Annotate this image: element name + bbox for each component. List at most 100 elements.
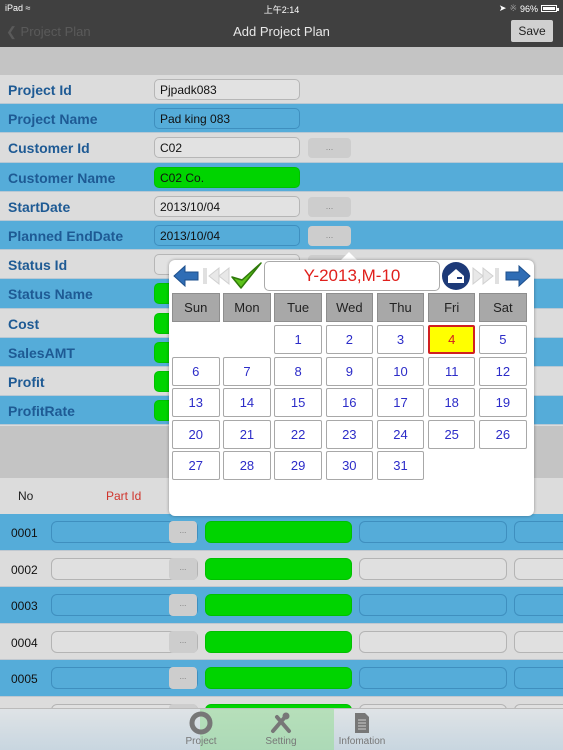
quantity-input[interactable] xyxy=(359,594,507,617)
day-cell[interactable]: 10 xyxy=(376,356,425,386)
part-picker-button[interactable]: ... xyxy=(169,557,197,580)
day-cell[interactable]: 16 xyxy=(325,388,374,418)
tab-information[interactable]: Infomation xyxy=(327,711,397,747)
field-label: Cost xyxy=(8,315,40,332)
picker-button[interactable]: ... xyxy=(308,225,351,246)
form-row-planned-enddate: Planned EndDate 2013/10/04... xyxy=(0,220,563,251)
day-cell[interactable]: 5 xyxy=(479,325,527,354)
field-label: Project Name xyxy=(8,111,98,128)
form-row-startdate: StartDate 2013/10/04... xyxy=(0,191,563,221)
field-input[interactable]: Pjpadk083 xyxy=(154,79,300,100)
row-number: 0003 xyxy=(11,599,38,614)
weekday-thu: Thu xyxy=(376,293,425,322)
field-label: StartDate xyxy=(8,198,71,215)
status-bar: iPad ≈ 上午2:14 ➤ ※ 96% xyxy=(0,0,563,16)
day-cell[interactable]: 18 xyxy=(427,388,476,418)
part-name-field[interactable] xyxy=(205,630,352,653)
picker-button[interactable]: ... xyxy=(308,138,351,159)
day-cell[interactable]: 30 xyxy=(325,451,374,481)
selected-day-cell[interactable]: 4 xyxy=(427,325,476,354)
price-input[interactable] xyxy=(514,667,563,690)
first-page-icon[interactable] xyxy=(201,262,231,290)
tab-project[interactable]: Project xyxy=(166,711,236,747)
day-cell[interactable]: 9 xyxy=(325,356,374,386)
part-name-field[interactable] xyxy=(205,594,352,617)
confirm-check-icon[interactable] xyxy=(229,260,263,292)
price-input[interactable] xyxy=(514,630,563,653)
last-page-icon[interactable] xyxy=(471,262,501,290)
quantity-input[interactable] xyxy=(359,630,507,653)
part-name-field[interactable] xyxy=(205,667,352,690)
day-cell[interactable]: 26 xyxy=(479,419,527,449)
day-cell[interactable]: 6 xyxy=(172,356,220,386)
navigation-bar: ❮ Project Plan Add Project Plan Save xyxy=(0,16,563,47)
calendar-popover: Y-2013,M-10 Sun Mon Tue Wed Thu Fri Sat 123456… xyxy=(169,260,534,516)
field-input[interactable]: Pad king 083 xyxy=(154,108,300,130)
tab-bar: Project Setting Infomation xyxy=(0,708,563,750)
day-cell[interactable]: 25 xyxy=(427,419,476,449)
field-input[interactable]: C02 xyxy=(154,137,300,159)
day-cell[interactable]: 2 xyxy=(325,325,374,354)
part-name-field[interactable] xyxy=(205,521,352,543)
day-cell[interactable]: 1 xyxy=(274,325,322,354)
status-right: ➤ ※ 96% xyxy=(499,3,559,14)
day-cell[interactable]: 19 xyxy=(479,388,527,418)
day-cell[interactable]: 15 xyxy=(274,388,322,418)
day-cell[interactable]: 7 xyxy=(223,356,271,386)
weekday-wed: Wed xyxy=(325,293,374,322)
field-label: Profit xyxy=(8,373,45,390)
day-cell[interactable]: 23 xyxy=(325,419,374,449)
calendar-month-title: Y-2013,M-10 xyxy=(264,261,440,291)
document-icon xyxy=(355,713,369,733)
form-row-project-name: Project Name Pad king 083 xyxy=(0,104,563,134)
previous-month-icon[interactable] xyxy=(172,262,200,290)
field-input[interactable]: C02 Co. xyxy=(154,166,300,188)
tab-label: Infomation xyxy=(338,736,386,747)
row-number: 0005 xyxy=(11,672,38,687)
save-button[interactable]: Save xyxy=(511,20,553,42)
day-cell[interactable]: 22 xyxy=(274,419,322,449)
field-input[interactable]: 2013/10/04 xyxy=(154,195,300,217)
part-picker-button[interactable]: ... xyxy=(169,594,197,617)
part-picker-button[interactable]: ... xyxy=(169,630,197,653)
day-cell[interactable]: 21 xyxy=(223,419,271,449)
day-cell[interactable]: 27 xyxy=(172,451,220,481)
form-header-band xyxy=(0,47,563,75)
tab-label: Setting xyxy=(265,736,297,747)
quantity-input[interactable] xyxy=(359,557,507,580)
day-cell[interactable]: 29 xyxy=(274,451,322,481)
form-row-customer-name: Customer Name C02 Co. xyxy=(0,162,563,192)
price-input[interactable] xyxy=(514,557,563,580)
price-input[interactable] xyxy=(514,521,563,543)
price-input[interactable] xyxy=(514,594,563,617)
day-cell[interactable]: 3 xyxy=(376,325,425,354)
day-cell[interactable]: 31 xyxy=(376,451,425,481)
day-cell[interactable]: 11 xyxy=(427,356,476,386)
column-header-part-id[interactable]: Part Id xyxy=(106,489,141,503)
part-picker-button[interactable]: ... xyxy=(169,667,197,690)
field-input[interactable]: 2013/10/04 xyxy=(154,224,300,246)
next-month-icon[interactable] xyxy=(504,262,532,290)
quantity-input[interactable] xyxy=(359,667,507,690)
day-cell[interactable]: 13 xyxy=(172,388,220,418)
part-picker-button[interactable]: ... xyxy=(169,521,197,543)
day-cell[interactable]: 20 xyxy=(172,419,220,449)
day-cell[interactable]: 14 xyxy=(223,388,271,418)
field-label: Status Name xyxy=(8,286,93,303)
battery-percent: 96% xyxy=(519,3,538,14)
day-cell[interactable]: 17 xyxy=(376,388,425,418)
day-cell[interactable]: 28 xyxy=(223,451,271,481)
home-today-icon[interactable] xyxy=(441,261,471,291)
picker-button[interactable]: ... xyxy=(308,196,351,217)
gear-icon xyxy=(189,711,213,735)
screen: iPad ≈ 上午2:14 ➤ ※ 96% ❮ Project Plan Add… xyxy=(0,0,563,750)
day-cell[interactable]: 12 xyxy=(479,356,527,386)
empty-day-cell xyxy=(172,325,220,354)
day-cell[interactable]: 24 xyxy=(376,419,425,449)
quantity-input[interactable] xyxy=(359,521,507,543)
part-name-field[interactable] xyxy=(205,557,352,580)
tools-icon xyxy=(271,712,291,733)
tab-setting[interactable]: Setting xyxy=(246,711,316,747)
weekday-tue: Tue xyxy=(274,293,322,322)
day-cell[interactable]: 8 xyxy=(274,356,322,386)
